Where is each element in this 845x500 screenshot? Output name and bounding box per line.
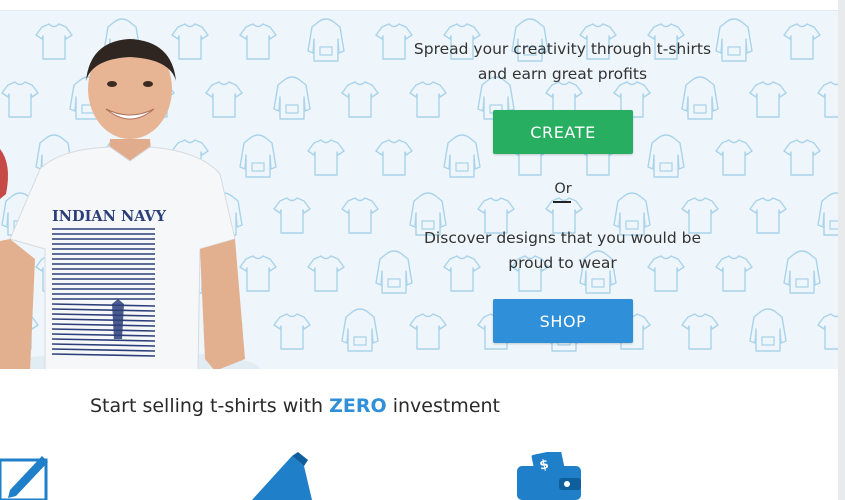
- pattern-shirt-icon: [409, 81, 447, 118]
- design-pencil-icon: [0, 456, 48, 500]
- shop-button[interactable]: SHOP: [493, 299, 633, 343]
- pattern-shirt-icon: [307, 255, 345, 292]
- pattern-shirt-icon: [273, 313, 311, 350]
- pattern-shirt-icon: [749, 81, 787, 118]
- pattern-shirt-icon: [749, 197, 787, 234]
- features-heading: Start selling t-shirts with ZERO investm…: [90, 395, 500, 417]
- pattern-shirt-icon: [307, 18, 345, 62]
- pattern-shirt-icon: [749, 308, 787, 352]
- shirt-print-text: INDIAN NAVY: [52, 208, 167, 225]
- pattern-shirt-icon: [341, 197, 379, 234]
- pattern-shirt-icon: [647, 134, 685, 178]
- pattern-shirt-icon: [273, 197, 311, 234]
- hero-banner: INDIAN NAVY Spread your creativity throu…: [0, 10, 845, 369]
- pattern-shirt-icon: [443, 134, 481, 178]
- pattern-shirt-icon: [409, 313, 447, 350]
- pattern-shirt-icon: [307, 139, 345, 176]
- discover-line-1: Discover designs that you would be: [424, 229, 701, 247]
- megaphone-icon: [252, 452, 312, 500]
- create-button[interactable]: CREATE: [493, 110, 633, 154]
- pattern-shirt-icon: [715, 139, 753, 176]
- tagline-line-2: and earn great profits: [477, 65, 648, 83]
- pattern-shirt-icon: [341, 308, 379, 352]
- pattern-shirt-icon: [715, 255, 753, 292]
- model-photo: INDIAN NAVY: [0, 39, 260, 369]
- hero-tagline: Spread your creativity through t-shirts …: [400, 37, 725, 87]
- scrollbar[interactable]: [838, 0, 845, 500]
- pattern-shirt-icon: [681, 313, 719, 350]
- tagline-line-1: Spread your creativity through t-shirts: [413, 40, 712, 58]
- wallet-icon: $: [517, 452, 581, 500]
- pattern-shirt-icon: [783, 23, 821, 60]
- or-underline: [553, 201, 571, 203]
- or-separator: Or: [554, 181, 572, 197]
- features-heading-prefix: Start selling t-shirts with: [90, 395, 324, 417]
- features-heading-suffix: investment: [392, 395, 500, 417]
- discover-text: Discover designs that you would be proud…: [405, 226, 720, 276]
- features-heading-highlight: ZERO: [329, 395, 387, 417]
- pattern-shirt-icon: [341, 81, 379, 118]
- pattern-shirt-icon: [375, 139, 413, 176]
- pattern-shirt-icon: [783, 139, 821, 176]
- pattern-shirt-icon: [783, 250, 821, 294]
- pattern-shirt-icon: [273, 76, 311, 120]
- discover-line-2: proud to wear: [508, 254, 617, 272]
